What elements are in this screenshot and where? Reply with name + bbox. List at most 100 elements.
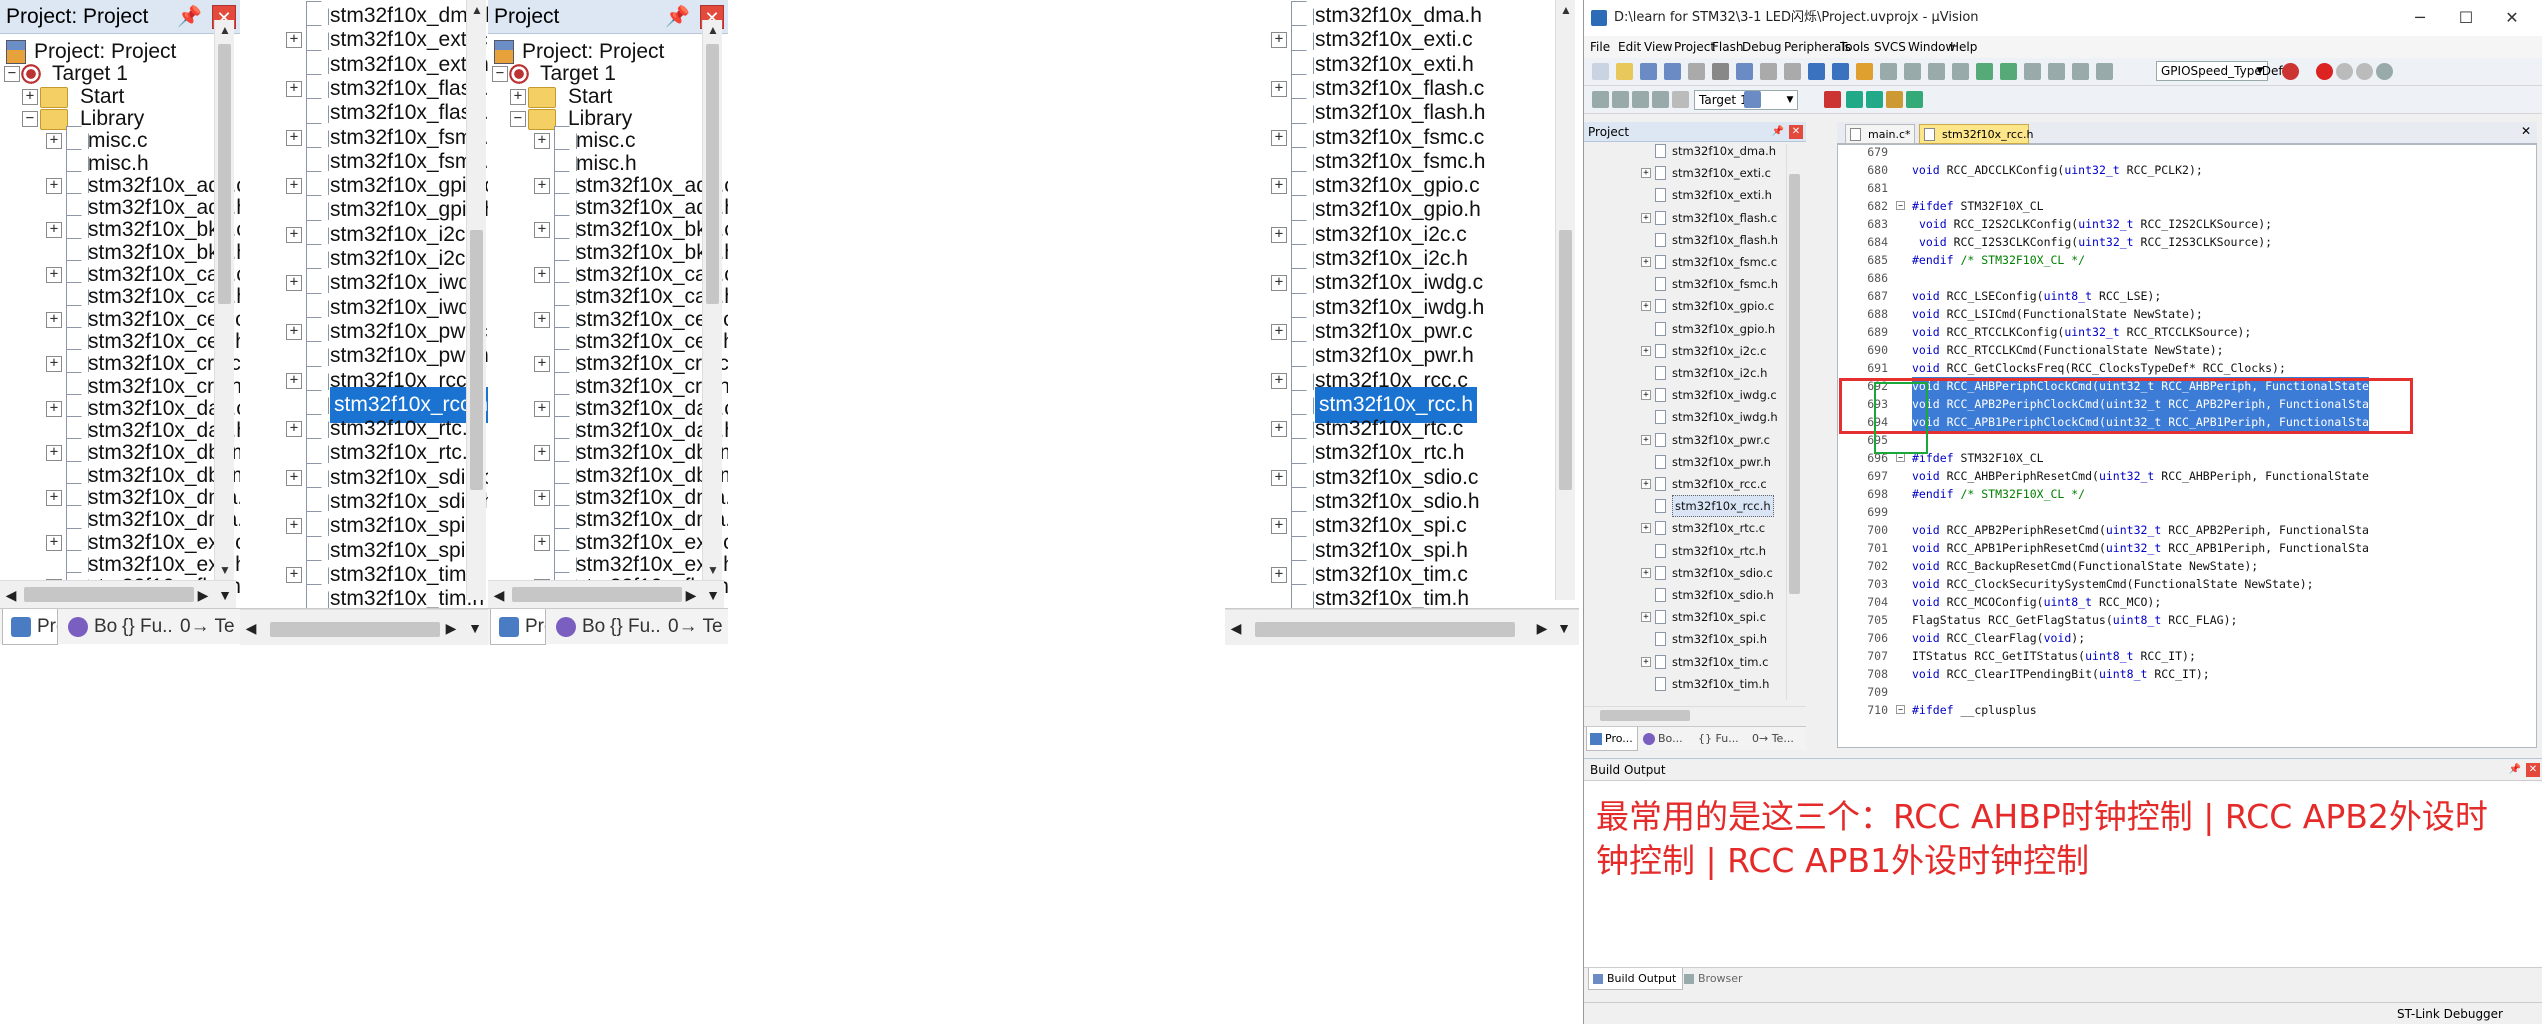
expand-icon[interactable]: + [1641, 656, 1651, 667]
tree-item-file[interactable]: + stm32f10x_i2c.c [1584, 340, 1784, 362]
code-line[interactable]: 697 void RCC_AHBPeriphResetCmd(uint32_t R… [1838, 467, 2536, 485]
tree-item-file[interactable]: stm32f10x_i2c.h [1584, 362, 1784, 384]
manage-components-icon[interactable] [1846, 91, 1863, 108]
code-line[interactable]: 680 void RCC_ADCCLKConfig(uint32_t RCC_PC… [1838, 161, 2536, 179]
code-line[interactable]: 707 ITStatus RCC_GetITStatus(uint8_t RCC_… [1838, 647, 2536, 665]
save-all-icon[interactable] [1664, 63, 1681, 80]
menu-svcs[interactable]: SVCS [1874, 36, 1906, 58]
close-icon[interactable]: ✕ [2526, 763, 2540, 777]
code-editor[interactable]: 679 680 void RCC_ADCCLKConfig(uint32_t RCC… [1837, 144, 2537, 748]
scroll-thumb[interactable] [1789, 174, 1800, 594]
new-file-icon[interactable] [1592, 63, 1609, 80]
tree-item-file[interactable]: + stm32f10x_gpio.c [1584, 295, 1784, 317]
vertical-scrollbar[interactable]: ▲ [1555, 0, 1575, 600]
menu-project[interactable]: Project [1674, 36, 1715, 58]
code-line[interactable]: 688 void RCC_LSICmd(FunctionalState NewSt… [1838, 305, 2536, 323]
pin-icon[interactable]: 📌 [2509, 759, 2521, 781]
kill-bp-icon[interactable] [2356, 63, 2373, 80]
menu-file[interactable]: File [1590, 36, 1610, 58]
hscroll-thumb[interactable] [512, 587, 682, 602]
expand-icon[interactable]: + [1641, 479, 1651, 489]
tree-item-file[interactable]: stm32f10x_spi.h [1584, 628, 1784, 650]
code-line[interactable]: 684 void RCC_I2S3CLKConfig(uint32_t RCC_… [1838, 233, 2536, 251]
pack-installer-icon[interactable] [1866, 91, 1883, 108]
breakpoint-icon[interactable] [2316, 63, 2333, 80]
menu-flash[interactable]: Flash [1712, 36, 1743, 58]
compile-icon[interactable] [1592, 91, 1609, 108]
scroll-right-arrow-icon[interactable]: ▶ [680, 581, 702, 609]
tree-item-file[interactable]: stm32f10x_dma.h [1584, 140, 1784, 162]
vertical-scrollbar[interactable]: ▲ ▼ [214, 20, 234, 580]
find-icon[interactable] [2072, 63, 2089, 80]
code-line[interactable]: 699 [1838, 503, 2536, 521]
scroll-down-arrow-icon[interactable]: ▼ [702, 581, 724, 609]
next-bookmark-icon[interactable] [1904, 63, 1921, 80]
code-line[interactable]: 706 void RCC_ClearFlag(void); [1838, 629, 2536, 647]
code-line[interactable]: 709 [1838, 683, 2536, 701]
horizontal-scrollbar[interactable]: ◀ ▶ ▼ [488, 580, 724, 608]
tree-item-file[interactable]: + stm32f10x_spi.c [1584, 606, 1784, 628]
code-line[interactable]: 702 void RCC_BackupResetCmd(FunctionalSta… [1838, 557, 2536, 575]
clear-bookmark-icon[interactable] [1928, 63, 1945, 80]
tree-item-file[interactable]: + stm32f10x_sdio.c [1584, 562, 1784, 584]
close-window-icon[interactable]: ✕ [2489, 0, 2535, 36]
scroll-left-arrow-icon[interactable]: ◀ [0, 581, 22, 609]
code-line[interactable]: 698 #endif /* STM32F10X_CL */ [1838, 485, 2536, 503]
menu-help[interactable]: Help [1950, 36, 1977, 58]
scroll-up-arrow-icon[interactable]: ▲ [1556, 0, 1576, 20]
scroll-down-arrow-icon[interactable]: ▼ [215, 560, 235, 580]
tab-templates[interactable]: 0→ Te... [176, 609, 236, 645]
horizontal-scrollbar[interactable]: ◀ ▶ ▼ [240, 609, 488, 645]
code-line[interactable]: 681 [1838, 179, 2536, 197]
find-in-files-icon[interactable] [2048, 63, 2065, 80]
find-combo[interactable]: GPIOSpeed_TypeDef ▼ [2156, 61, 2283, 81]
scroll-right-arrow-icon[interactable]: ▶ [192, 581, 214, 609]
disable-bp-icon[interactable] [2336, 63, 2353, 80]
indent-icon[interactable] [1952, 63, 1969, 80]
fold-icon[interactable]: − [1896, 705, 1905, 714]
code-line[interactable]: 700 void RCC_APB2PeriphResetCmd(uint32_t … [1838, 521, 2536, 539]
comment-icon[interactable] [2000, 63, 2017, 80]
scroll-down-arrow-icon[interactable]: ▼ [214, 581, 236, 609]
tree-item-file[interactable]: + stm32f10x_iwdg.c [1584, 384, 1784, 406]
expand-icon[interactable]: + [1641, 257, 1651, 267]
tree-item-file[interactable]: + stm32f10x_rcc.c [1584, 473, 1784, 495]
scroll-down-arrow-icon[interactable]: ▼ [1553, 614, 1575, 642]
close-icon[interactable]: ✕ [1789, 125, 1803, 139]
scroll-down-arrow-icon[interactable]: ▼ [703, 560, 723, 580]
copy-icon[interactable] [1712, 63, 1729, 80]
tree-item-file[interactable]: stm32f10x_flash.h [1584, 229, 1784, 251]
select-software-packs-icon[interactable] [1886, 91, 1903, 108]
tab-books[interactable]: Bo... [1640, 727, 1692, 751]
vertical-scrollbar[interactable]: ▲ ▼ [702, 20, 722, 580]
horizontal-scrollbar[interactable] [1584, 706, 1806, 724]
tab-project[interactable]: Pro... [1586, 727, 1638, 751]
download-icon[interactable] [1744, 91, 1761, 108]
tab-main-c[interactable]: main.c* [1845, 124, 1915, 144]
tree-item-file[interactable]: stm32f10x_exti.h [1584, 184, 1784, 206]
code-line[interactable]: 710− #ifdef __cplusplus [1838, 701, 2536, 719]
tab-project[interactable]: Pro... [2, 609, 58, 645]
code-line[interactable]: 685 #endif /* STM32F10X_CL */ [1838, 251, 2536, 269]
tab-templates[interactable]: 0→ Te... [664, 609, 724, 645]
menu-debug[interactable]: Debug [1742, 36, 1781, 58]
scroll-right-arrow-icon[interactable]: ▶ [1531, 614, 1553, 642]
menu-window[interactable]: Window [1908, 36, 1955, 58]
hscroll-thumb[interactable] [24, 587, 194, 602]
tree-item-file[interactable]: + stm32f10x_fsmc.c [1584, 251, 1784, 273]
tab-functions[interactable]: {} Fu... [118, 609, 174, 645]
expand-icon[interactable]: + [1641, 301, 1651, 312]
paste-icon[interactable] [1736, 63, 1753, 80]
window-icon[interactable] [2376, 63, 2393, 80]
hscroll-thumb[interactable] [1255, 622, 1515, 637]
code-line[interactable]: 689 void RCC_RTCCLKConfig(uint32_t RCC_RT… [1838, 323, 2536, 341]
tree-item-file[interactable]: + stm32f10x_tim.c [1584, 651, 1784, 673]
chevron-down-icon[interactable]: ▼ [1783, 91, 1797, 109]
tree-item-file[interactable]: stm32f10x_sdio.h [1584, 584, 1784, 606]
expand-icon[interactable]: + [1641, 523, 1651, 534]
debug-icon[interactable] [2282, 63, 2299, 80]
expand-icon[interactable]: + [1641, 434, 1651, 445]
fold-icon[interactable]: − [1896, 453, 1905, 462]
scroll-thumb[interactable] [470, 230, 483, 490]
tab-functions[interactable]: {} Fu... [1694, 727, 1746, 751]
